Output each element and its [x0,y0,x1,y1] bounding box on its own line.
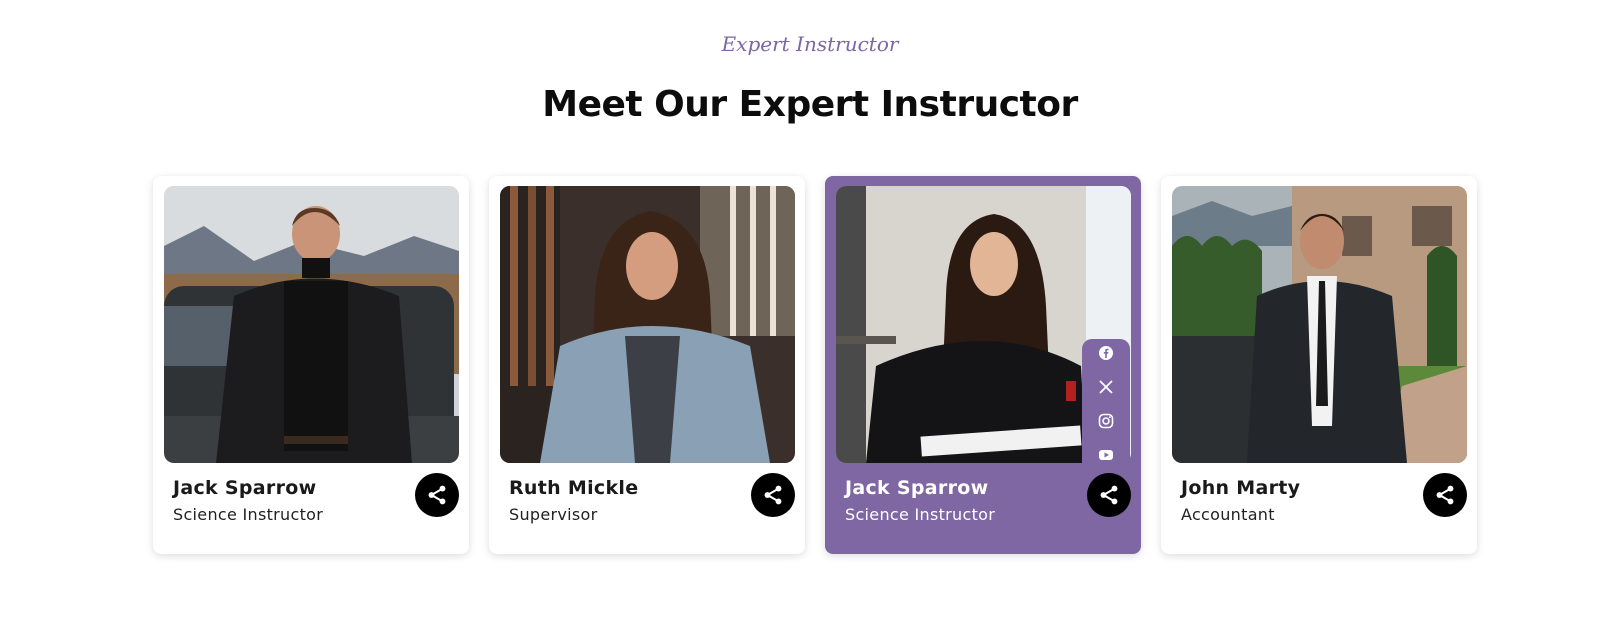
instructor-role: Science Instructor [173,505,324,524]
instructor-name: Jack Sparrow [845,477,989,499]
share-button[interactable] [1087,473,1131,517]
instructor-card-active[interactable]: Jack Sparrow Science Instructor [825,176,1141,554]
instructor-role: Science Instructor [845,505,996,524]
share-icon [1436,485,1454,505]
instructor-name: Ruth Mickle [509,477,639,499]
instagram-icon[interactable] [1098,413,1114,429]
instructor-role: Supervisor [509,505,598,524]
instructor-card[interactable]: Jack Sparrow Science Instructor [153,176,469,554]
instructor-card[interactable]: John Marty Accountant [1161,176,1477,554]
instructor-cards: Jack Sparrow Science Instructor Ruth Mic… [153,176,1477,554]
share-button[interactable] [415,473,459,517]
share-icon [1100,485,1118,505]
instructors-section: Expert Instructor Meet Our Expert Instru… [0,0,1620,619]
share-icon [428,485,446,505]
instructor-name: Jack Sparrow [173,477,317,499]
instructor-photo [500,186,795,463]
instructor-photo [164,186,459,463]
social-links-panel [1082,339,1130,471]
x-icon[interactable] [1098,379,1114,395]
share-button[interactable] [1423,473,1467,517]
instructor-role: Accountant [1181,505,1275,524]
section-subtitle: Expert Instructor [721,32,899,56]
share-button[interactable] [751,473,795,517]
facebook-icon[interactable] [1098,345,1114,361]
instructor-name: John Marty [1181,477,1301,499]
share-icon [764,485,782,505]
instructor-card[interactable]: Ruth Mickle Supervisor [489,176,805,554]
instructor-photo [1172,186,1467,463]
section-title: Meet Our Expert Instructor [542,84,1078,125]
youtube-icon[interactable] [1098,447,1114,463]
